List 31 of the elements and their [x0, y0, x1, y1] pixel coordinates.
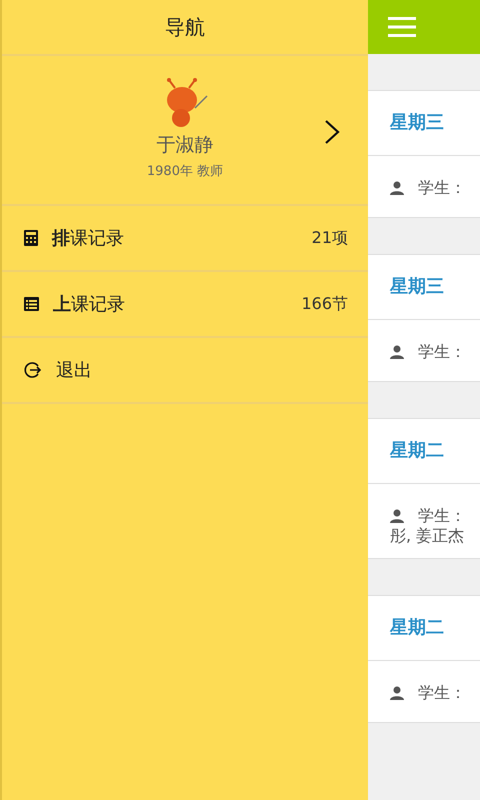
person-icon [390, 181, 404, 195]
person-icon [390, 509, 404, 523]
drawer-menu-item[interactable]: 排课记录 21项 [2, 206, 368, 272]
student-list: 学生： [418, 506, 466, 526]
weekday-label: 星期三 [368, 91, 480, 156]
menu-label: 上课记录 [53, 293, 126, 316]
menu-icon[interactable] [388, 17, 416, 37]
student-list: 学生： [418, 342, 466, 362]
item-count: 166节 [301, 294, 348, 314]
student-list-line: 彤, 姜正杰 [390, 526, 464, 546]
menu-label: 退出 [56, 359, 93, 382]
list-icon [24, 297, 39, 311]
schedule-card[interactable]: 星期二 学生： [368, 595, 480, 723]
student-list: 学生： [418, 683, 466, 703]
person-icon [390, 345, 404, 359]
calculator-icon [24, 230, 38, 246]
weekday-label: 星期二 [368, 596, 480, 661]
person-icon [390, 686, 404, 700]
schedule-card[interactable]: 星期二 学生： 彤, 姜正杰 [368, 418, 480, 559]
schedule-card[interactable]: 星期三 学生： [368, 90, 480, 218]
menu-label: 排课记录 [52, 227, 125, 250]
schedule-card[interactable]: 星期三 学生： [368, 254, 480, 382]
chevron-right-icon [324, 119, 340, 145]
user-name: 于淑静 [156, 133, 214, 158]
weekday-label: 星期二 [368, 419, 480, 484]
user-info: 1980年 教师 [146, 163, 224, 180]
item-count: 21项 [312, 228, 348, 248]
weekday-label: 星期三 [368, 255, 480, 320]
logout-icon [24, 361, 42, 379]
drawer-menu-item[interactable]: 退出 [2, 338, 368, 404]
student-list: 学生： [418, 178, 466, 198]
